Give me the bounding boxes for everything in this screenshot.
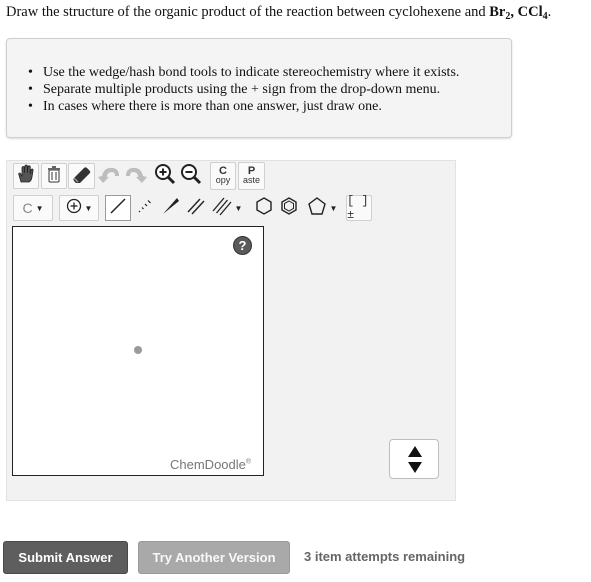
element-selector[interactable]: C ▼ xyxy=(13,195,53,221)
up-down-arrows-icon xyxy=(407,445,423,480)
chevron-down-icon: ▼ xyxy=(329,203,338,213)
pentagon-tool[interactable]: ▼ xyxy=(302,195,342,221)
attempts-remaining: 3 item attempts remaining xyxy=(304,549,466,564)
instructions-list: Use the wedge/hash bond tools to indicat… xyxy=(28,64,459,115)
chemdoodle-brand: ChemDoodle® xyxy=(170,457,252,472)
wedge-bond-icon xyxy=(160,196,180,221)
zoom-out-icon xyxy=(180,163,202,190)
hand-icon xyxy=(16,164,36,189)
charge-plus-tool[interactable]: ▼ xyxy=(59,195,99,221)
redo-button[interactable] xyxy=(122,163,148,189)
question-text: Draw the structure of the organic produc… xyxy=(6,4,552,22)
hash-bond-icon xyxy=(135,196,155,221)
chevron-down-icon: ▼ xyxy=(35,203,44,213)
pan-tool-button[interactable] xyxy=(13,163,39,189)
plus-circle-icon xyxy=(66,198,82,219)
double-bond-tool[interactable] xyxy=(183,195,209,221)
pentagon-icon xyxy=(307,196,327,221)
hexagon-icon xyxy=(254,196,274,221)
instruction-item: Use the wedge/hash bond tools to indicat… xyxy=(28,64,459,81)
single-bond-icon xyxy=(108,196,128,221)
double-bond-icon xyxy=(186,196,206,221)
benzene-tool[interactable] xyxy=(277,195,301,221)
redo-icon xyxy=(123,164,147,189)
chevron-down-icon: ▼ xyxy=(84,203,93,213)
eraser-icon xyxy=(71,164,93,189)
eraser-tool-button[interactable] xyxy=(68,163,95,189)
paste-button[interactable]: P aste xyxy=(238,162,265,190)
bracket-charge-tool[interactable]: [ ]± xyxy=(346,194,372,222)
zoom-in-icon xyxy=(154,163,176,190)
zoom-in-button[interactable] xyxy=(152,163,177,189)
cyclohexane-tool[interactable] xyxy=(252,195,276,221)
benzene-icon xyxy=(279,196,299,221)
chevron-down-icon: ▼ xyxy=(234,203,243,213)
reagent-br2: Br2 xyxy=(489,4,511,22)
instruction-item: In cases where there is more than one an… xyxy=(28,98,459,115)
zoom-out-button[interactable] xyxy=(178,163,203,189)
instruction-item: Separate multiple products using the + s… xyxy=(28,81,459,98)
instructions-panel: Use the wedge/hash bond tools to indicat… xyxy=(6,38,512,138)
product-spinner[interactable] xyxy=(389,439,439,479)
try-another-version-button[interactable]: Try Another Version xyxy=(138,541,290,574)
triple-bond-icon xyxy=(212,196,232,221)
triple-bond-tool[interactable]: ▼ xyxy=(208,195,246,221)
canvas-center-dot xyxy=(134,346,142,354)
submit-answer-button[interactable]: Submit Answer xyxy=(3,541,128,574)
reagent-ccl4: CCl4 xyxy=(517,4,548,22)
copy-button[interactable]: C opy xyxy=(210,162,236,190)
single-bond-tool[interactable] xyxy=(105,195,131,221)
hash-bond-tool[interactable] xyxy=(132,195,158,221)
undo-icon xyxy=(97,164,122,189)
help-button[interactable]: ? xyxy=(233,236,252,255)
clear-tool-button[interactable] xyxy=(41,163,67,189)
wedge-bond-tool[interactable] xyxy=(157,195,183,221)
undo-button[interactable] xyxy=(96,163,123,189)
trash-icon xyxy=(45,164,63,189)
